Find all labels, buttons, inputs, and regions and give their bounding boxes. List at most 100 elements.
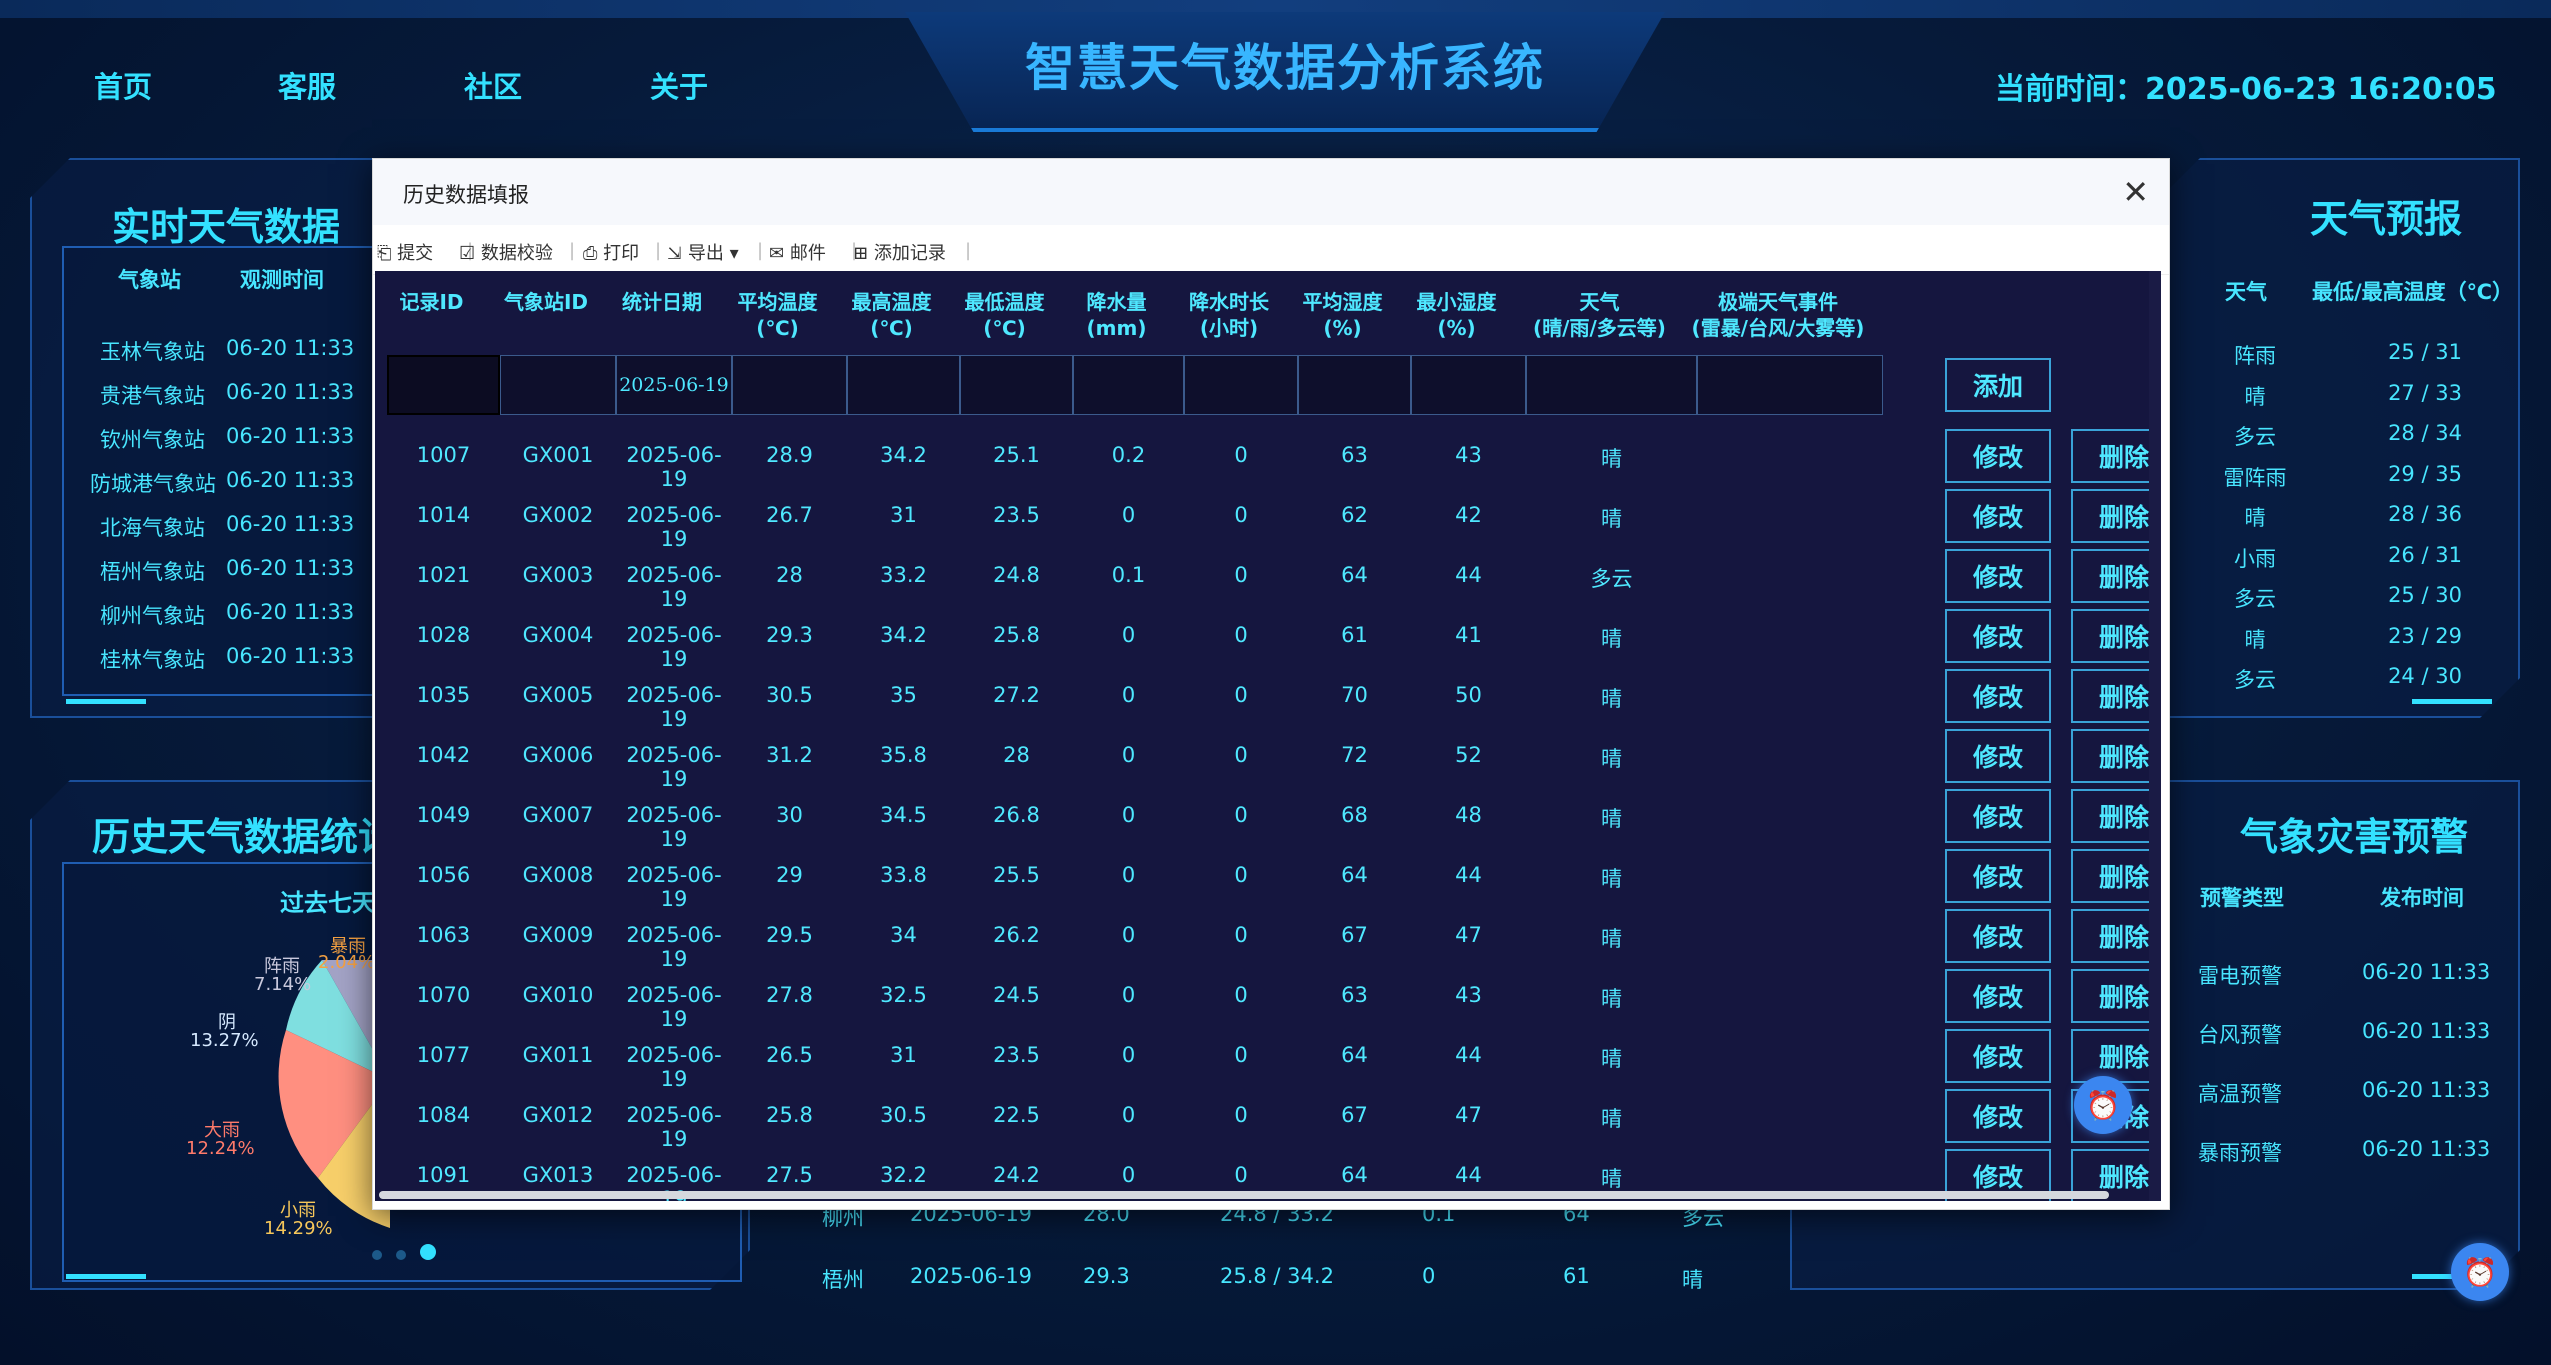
table-cell: 0 bbox=[1234, 1043, 1248, 1067]
new-record-input-7[interactable] bbox=[1073, 355, 1184, 415]
edit-button[interactable]: 修改 bbox=[1945, 1029, 2051, 1083]
delete-button[interactable]: 删除 bbox=[2071, 789, 2161, 843]
add-button[interactable]: 添加 bbox=[1945, 358, 2051, 412]
new-record-input-5[interactable] bbox=[847, 355, 960, 415]
edit-button[interactable]: 修改 bbox=[1945, 849, 2051, 903]
current-time: 当前时间：2025-06-23 16:20:05 bbox=[1995, 72, 2497, 107]
forecast-scroll-indicator[interactable] bbox=[2412, 699, 2492, 704]
edit-button[interactable]: 修改 bbox=[1945, 489, 2051, 543]
realtime-header-station: 气象站 bbox=[118, 268, 181, 292]
nav-about[interactable]: 关于 bbox=[650, 64, 708, 106]
new-record-input-2[interactable] bbox=[500, 355, 616, 415]
table-cell: 晴 bbox=[1601, 507, 1622, 531]
delete-button[interactable]: 删除 bbox=[2071, 1029, 2161, 1083]
table-cell: GX002 bbox=[522, 503, 594, 527]
new-record-input-4[interactable] bbox=[732, 355, 847, 415]
table-cell: 2025-06-19 bbox=[626, 623, 722, 671]
table-cell: 31 bbox=[890, 1043, 917, 1067]
table-cell: 0 bbox=[1234, 503, 1248, 527]
forecast-temp: 24 / 30 bbox=[2388, 664, 2462, 688]
email-button[interactable]: ✉ 邮件 bbox=[769, 239, 826, 265]
table-cell: 多云 bbox=[1590, 567, 1633, 591]
delete-button[interactable]: 删除 bbox=[2071, 849, 2161, 903]
table-cell: 2025-06-19 bbox=[626, 443, 722, 491]
validate-button[interactable]: ☑ 数据校验 bbox=[459, 239, 553, 265]
edit-button[interactable]: 修改 bbox=[1945, 1089, 2051, 1143]
toolbar-divider: | bbox=[757, 240, 764, 261]
printer-icon: ⎙ bbox=[583, 243, 598, 264]
column-header: 记录ID bbox=[399, 290, 464, 314]
new-record-input-1[interactable] bbox=[387, 355, 500, 415]
edit-button[interactable]: 修改 bbox=[1945, 549, 2051, 603]
table-cell: 67 bbox=[1341, 923, 1368, 947]
alarm-clock-icon[interactable]: ⏰ bbox=[2451, 1243, 2509, 1301]
realtime-time: 06-20 11:33 bbox=[226, 380, 355, 404]
delete-button[interactable]: 删除 bbox=[2071, 429, 2161, 483]
new-record-input-6[interactable] bbox=[960, 355, 1073, 415]
nav-service[interactable]: 客服 bbox=[278, 64, 336, 106]
add-record-button[interactable]: ⊞ 添加记录 bbox=[853, 239, 946, 265]
table-cell: 27.2 bbox=[993, 683, 1040, 707]
edit-button[interactable]: 修改 bbox=[1945, 609, 2051, 663]
summary-cell: 0 bbox=[1422, 1264, 1436, 1288]
table-cell: GX012 bbox=[522, 1103, 594, 1127]
edit-button[interactable]: 修改 bbox=[1945, 909, 2051, 963]
table-cell: 64 bbox=[1341, 1043, 1368, 1067]
table-cell: 44 bbox=[1455, 863, 1482, 887]
realtime-time: 06-20 11:33 bbox=[226, 336, 355, 360]
edit-button[interactable]: 修改 bbox=[1945, 669, 2051, 723]
export-button[interactable]: ⇲ 导出 ▾ bbox=[667, 239, 739, 265]
dialog-toolbar: ⎗ 提交 | ☑ 数据校验 | ⎙ 打印 | ⇲ 导出 ▾ | ✉ 邮件 | ⊞… bbox=[373, 225, 2169, 275]
new-record-input-10[interactable] bbox=[1411, 355, 1526, 415]
print-button[interactable]: ⎙ 打印 bbox=[583, 239, 639, 265]
validate-label: 数据校验 bbox=[480, 243, 553, 264]
delete-button[interactable]: 删除 bbox=[2071, 969, 2161, 1023]
delete-button[interactable]: 删除 bbox=[2071, 489, 2161, 543]
table-cell: 32.5 bbox=[880, 983, 927, 1007]
grid-horizontal-scrollbar[interactable] bbox=[379, 1191, 2109, 1199]
delete-button[interactable]: 删除 bbox=[2071, 909, 2161, 963]
new-record-input-9[interactable] bbox=[1298, 355, 1411, 415]
new-record-input-8[interactable] bbox=[1184, 355, 1298, 415]
delete-button[interactable]: 删除 bbox=[2071, 609, 2161, 663]
new-record-input-3[interactable]: 2025-06-19 bbox=[616, 355, 732, 415]
grid-vertical-scrollbar[interactable] bbox=[2149, 271, 2161, 1201]
history-scroll-indicator[interactable] bbox=[66, 1274, 146, 1279]
submit-icon: ⎗ bbox=[377, 243, 392, 264]
realtime-scroll-indicator[interactable] bbox=[66, 699, 146, 704]
close-icon[interactable]: ✕ bbox=[2122, 173, 2149, 211]
nav-community[interactable]: 社区 bbox=[464, 64, 522, 106]
edit-button[interactable]: 修改 bbox=[1945, 969, 2051, 1023]
table-cell: 25.8 bbox=[766, 1103, 813, 1127]
table-cell: 2025-06-19 bbox=[626, 863, 722, 911]
warning-header-type: 预警类型 bbox=[2200, 886, 2284, 910]
warning-header-time: 发布时间 bbox=[2380, 886, 2464, 910]
realtime-time: 06-20 11:33 bbox=[226, 556, 355, 580]
table-cell: 晴 bbox=[1601, 747, 1622, 771]
table-cell: 1070 bbox=[416, 983, 471, 1007]
table-cell: 34.2 bbox=[880, 623, 927, 647]
delete-button[interactable]: 删除 bbox=[2071, 729, 2161, 783]
table-cell: 25.1 bbox=[993, 443, 1040, 467]
edit-button[interactable]: 修改 bbox=[1945, 729, 2051, 783]
realtime-header-time: 观测时间 bbox=[240, 268, 324, 292]
table-cell: 0 bbox=[1121, 803, 1136, 827]
edit-button[interactable]: 修改 bbox=[1945, 789, 2051, 843]
history-subtitle: 过去七天 bbox=[280, 889, 376, 917]
table-cell: 0 bbox=[1121, 983, 1136, 1007]
alarm-clock-icon[interactable]: ⏰ bbox=[2074, 1076, 2132, 1134]
new-record-input-11[interactable] bbox=[1526, 355, 1697, 415]
table-cell: 28 bbox=[1003, 743, 1030, 767]
warning-time: 06-20 11:33 bbox=[2362, 1078, 2491, 1102]
delete-button[interactable]: 删除 bbox=[2071, 549, 2161, 603]
delete-button[interactable]: 删除 bbox=[2071, 669, 2161, 723]
edit-button[interactable]: 修改 bbox=[1945, 429, 2051, 483]
table-cell: 29.3 bbox=[766, 623, 813, 647]
carousel-dots[interactable] bbox=[372, 1244, 450, 1264]
warning-type: 高温预警 bbox=[2198, 1082, 2282, 1106]
nav-home[interactable]: 首页 bbox=[94, 64, 152, 106]
table-cell: 28 bbox=[776, 563, 803, 587]
table-cell: 0 bbox=[1121, 1163, 1136, 1187]
new-record-input-12[interactable] bbox=[1697, 355, 1883, 415]
submit-button[interactable]: ⎗ 提交 bbox=[377, 239, 433, 265]
